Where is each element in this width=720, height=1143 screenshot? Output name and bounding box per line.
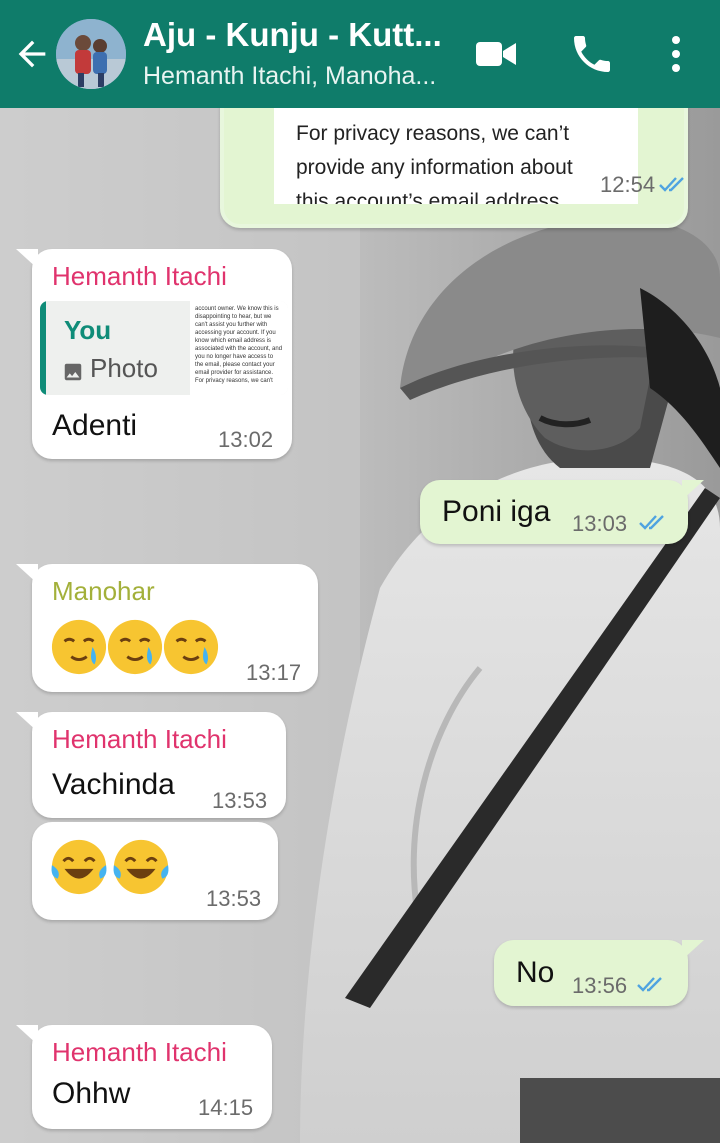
tears-of-joy-emoji — [113, 839, 169, 895]
message-time: 13:03 — [572, 511, 628, 536]
message-text: Ohhw — [52, 1077, 131, 1110]
message-text: No — [516, 956, 555, 989]
message-bubble-incoming[interactable]: Manohar 13:17 — [16, 564, 318, 692]
message-time: 13:53 — [212, 788, 268, 813]
quoted-sender: You — [64, 315, 112, 345]
message-time: 13:53 — [206, 886, 262, 911]
quoted-media-type: Photo — [90, 353, 158, 383]
more-options-icon[interactable] — [652, 30, 700, 78]
message-bubble-outgoing[interactable]: No 13:56 — [494, 940, 704, 1006]
message-text: provide any information about — [296, 156, 573, 179]
read-ticks-icon — [637, 977, 662, 992]
chat-header: Aju - Kunju - Kutt... Hemanth Itachi, Ma… — [0, 0, 720, 108]
message-bubble-incoming[interactable]: 13:53 — [32, 822, 278, 920]
message-time: 13:02 — [218, 427, 274, 452]
video-call-icon[interactable] — [472, 30, 520, 78]
message-bubble-outgoing[interactable]: Poni iga 13:03 — [420, 480, 704, 544]
message-bubble-outgoing[interactable]: For privacy reasons, we can’t provide an… — [220, 108, 688, 228]
back-arrow-icon[interactable] — [12, 34, 52, 74]
crying-smile-emoji — [163, 619, 219, 675]
tears-of-joy-emoji — [51, 839, 107, 895]
message-bubble-incoming[interactable]: Hemanth Itachi Vachinda 13:53 — [16, 712, 286, 818]
group-avatar[interactable] — [56, 19, 126, 89]
screenshot-preview: For privacy reasons, we can’t provide an… — [274, 108, 638, 204]
message-time: 12:54 — [600, 172, 656, 197]
message-bubble-incoming[interactable]: Hemanth Itachi Ohhw 14:15 — [16, 1025, 272, 1129]
chat-participants[interactable]: Hemanth Itachi, Manoha... — [143, 62, 443, 91]
message-bubble-incoming[interactable]: Hemanth Itachi You Photo account owner. … — [16, 249, 292, 459]
message-text: Vachinda — [52, 768, 175, 801]
message-text: this account’s email address. — [296, 190, 566, 204]
message-text: For privacy reasons, we can’t — [296, 122, 570, 145]
read-ticks-icon — [659, 177, 684, 192]
message-text: Poni iga — [442, 495, 551, 528]
sender-name[interactable]: Hemanth Itachi — [52, 1037, 227, 1068]
message-text: Adenti — [52, 409, 138, 442]
crying-smile-emoji — [107, 619, 163, 675]
photo-icon — [64, 363, 82, 381]
read-ticks-icon — [639, 515, 664, 530]
sender-name[interactable]: Hemanth Itachi — [52, 261, 227, 292]
message-list[interactable]: For privacy reasons, we can’t provide an… — [0, 108, 720, 1143]
quoted-photo-thumbnail: account owner. We know this is disappoin… — [190, 301, 288, 395]
voice-call-icon[interactable] — [568, 30, 616, 78]
crying-smile-emoji — [51, 619, 107, 675]
sender-name[interactable]: Manohar — [52, 576, 155, 607]
sender-name[interactable]: Hemanth Itachi — [52, 724, 227, 755]
chat-title[interactable]: Aju - Kunju - Kutt... — [143, 16, 443, 54]
message-time: 13:56 — [572, 973, 628, 998]
message-time: 14:15 — [198, 1095, 254, 1120]
message-time: 13:17 — [246, 660, 302, 685]
quoted-reply[interactable]: You Photo account owner. We know this is… — [40, 301, 288, 395]
